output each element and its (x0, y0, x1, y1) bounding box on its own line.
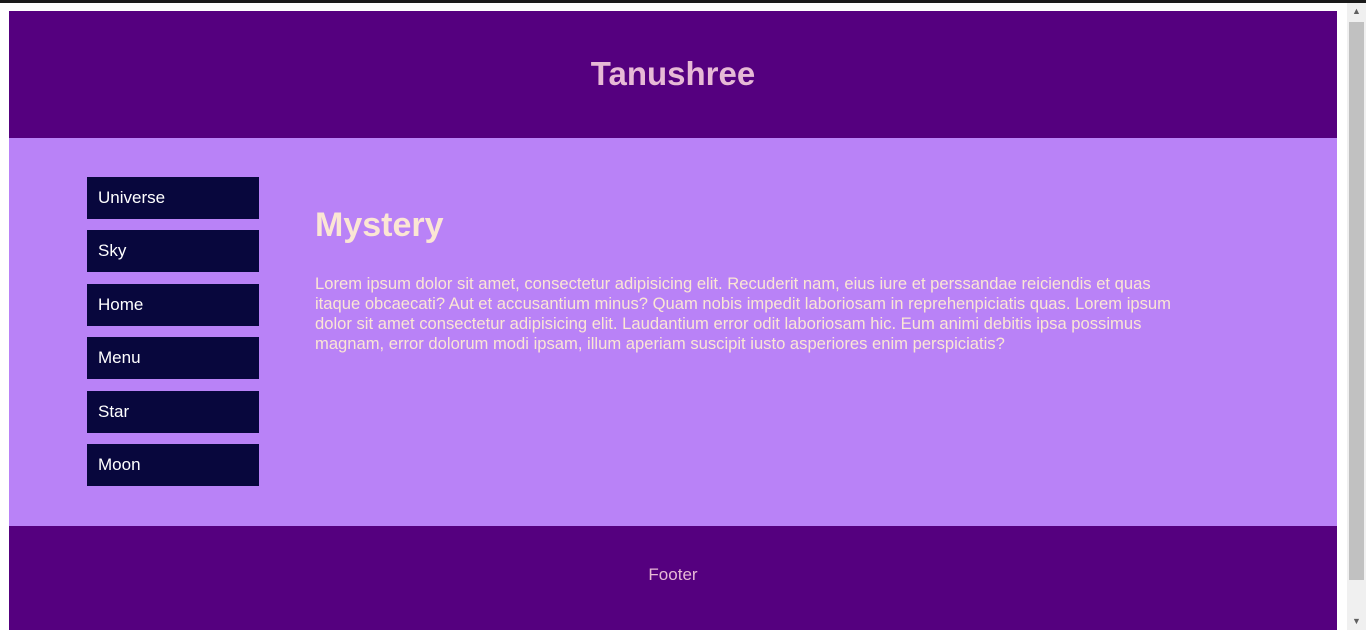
article-body: Lorem ipsum dolor sit amet, consectetur … (315, 274, 1171, 353)
site-footer: Footer (9, 526, 1337, 630)
main-content: Universe Sky Home Menu Star Moon Mystery… (9, 138, 1337, 526)
article-title: Mystery (315, 206, 444, 244)
nav-item-sky[interactable]: Sky (87, 230, 259, 273)
article: Mystery Lorem ipsum dolor sit amet, cons… (315, 200, 1175, 354)
page: Tanushree Universe Sky Home Menu Star Mo… (9, 11, 1337, 630)
sidebar-nav: Universe Sky Home Menu Star Moon (87, 177, 259, 497)
footer-text: Footer (648, 565, 698, 584)
chevron-down-icon[interactable]: ▼ (1347, 613, 1366, 630)
scrollbar-thumb[interactable] (1349, 22, 1364, 580)
nav-item-star[interactable]: Star (87, 390, 259, 433)
nav-item-moon[interactable]: Moon (87, 443, 259, 486)
site-title: Tanushree (590, 54, 756, 92)
vertical-scrollbar[interactable]: ▲ ▼ (1347, 3, 1366, 630)
site-header: Tanushree (9, 11, 1337, 138)
chevron-up-icon[interactable]: ▲ (1347, 3, 1366, 20)
window-top-border (0, 0, 1366, 3)
nav-item-universe[interactable]: Universe (87, 177, 259, 219)
nav-item-home[interactable]: Home (87, 283, 259, 326)
nav-item-menu[interactable]: Menu (87, 337, 259, 380)
